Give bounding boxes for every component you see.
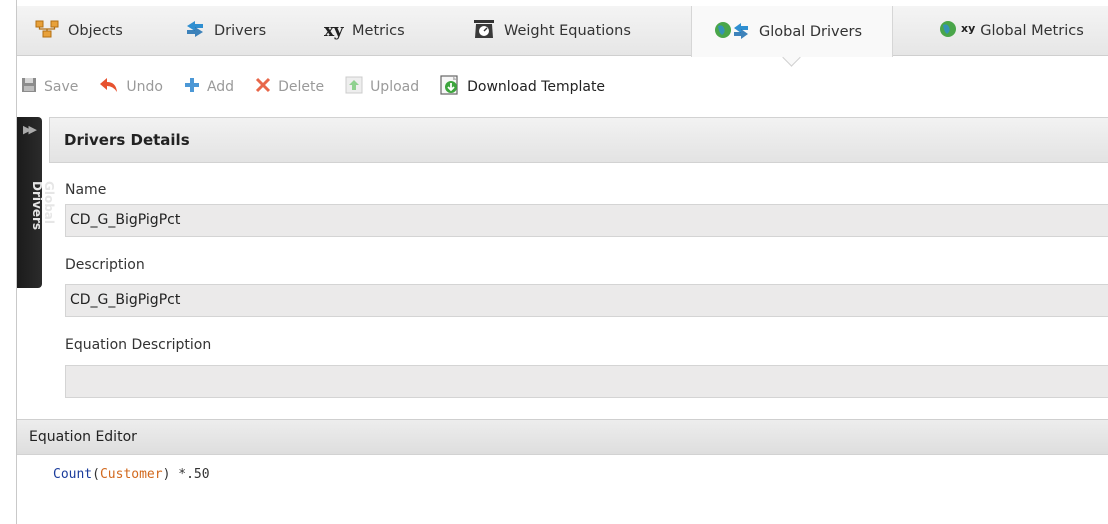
download-template-label: Download Template <box>467 79 606 95</box>
equation-argument: Customer <box>99 467 163 482</box>
equation-editor-header: Equation Editor <box>17 419 1108 455</box>
description-field[interactable]: CD_G_BigPigPct <box>65 284 1108 317</box>
tab-metrics-label: Metrics <box>352 23 405 39</box>
expand-icon[interactable]: ▶▶ <box>23 123 37 136</box>
tab-metrics[interactable]: xy Metrics <box>324 6 405 56</box>
equation-description-label: Equation Description <box>65 337 212 353</box>
drivers-icon <box>185 20 205 42</box>
name-field[interactable]: CD_G_BigPigPct <box>65 204 1108 237</box>
save-icon <box>21 77 37 97</box>
equation-editor[interactable]: Count(Customer) *.50 <box>53 467 210 482</box>
description-label: Description <box>65 257 145 273</box>
add-label: Add <box>206 79 235 95</box>
tab-objects[interactable]: Objects <box>35 6 123 56</box>
upload-label: Upload <box>370 79 420 95</box>
download-template-button[interactable]: Download Template <box>440 75 605 99</box>
toolbar: Save Undo Add Delete Upload Download Tem… <box>17 64 1108 110</box>
panel-title: Drivers Details <box>49 117 1108 163</box>
app-window: Objects Drivers xy Metrics Weight Equati… <box>16 0 1108 524</box>
add-button[interactable]: Add <box>184 77 234 97</box>
xy-metrics-icon: xy <box>324 21 344 41</box>
tab-global-drivers-label: Global Drivers <box>759 23 863 40</box>
tab-global-drivers[interactable]: Global Drivers <box>691 6 893 57</box>
tab-bar: Objects Drivers xy Metrics Weight Equati… <box>17 6 1108 57</box>
delete-icon <box>255 77 271 97</box>
save-button[interactable]: Save <box>21 77 78 97</box>
download-template-icon <box>440 75 460 99</box>
global-metrics-icon <box>939 19 957 43</box>
equation-editor-title: Equation Editor <box>29 429 137 445</box>
tab-global-metrics[interactable]: xy Global Metrics <box>939 6 1084 56</box>
equation-description-field[interactable] <box>65 365 1108 398</box>
global-drivers-icon <box>714 20 750 44</box>
tab-weight-equations[interactable]: Weight Equations <box>473 6 631 56</box>
scale-icon <box>473 19 495 43</box>
drivers-details-panel: Drivers Details Name CD_G_BigPigPct Desc… <box>49 117 1108 417</box>
global-metrics-xy: xy <box>961 21 976 35</box>
name-label: Name <box>65 182 107 198</box>
save-label: Save <box>44 79 79 95</box>
objects-icon <box>35 20 59 42</box>
undo-icon <box>99 76 119 98</box>
undo-label: Undo <box>126 79 163 95</box>
delete-label: Delete <box>278 79 325 95</box>
tab-weight-equations-label: Weight Equations <box>504 23 631 39</box>
tab-global-metrics-label: Global Metrics <box>980 23 1084 39</box>
global-drivers-sidebar[interactable]: ▶▶ Global Drivers <box>17 117 56 288</box>
add-icon <box>184 77 200 97</box>
undo-button[interactable]: Undo <box>99 76 163 98</box>
tab-drivers[interactable]: Drivers <box>185 6 266 56</box>
upload-button[interactable]: Upload <box>345 76 419 98</box>
equation-open-paren: ( <box>92 467 100 482</box>
tab-drivers-label: Drivers <box>214 23 267 39</box>
delete-button[interactable]: Delete <box>255 77 324 97</box>
equation-function: Count <box>53 467 93 482</box>
upload-icon <box>345 76 363 98</box>
equation-operator: *.50 <box>170 467 210 482</box>
tab-objects-label: Objects <box>68 23 123 39</box>
